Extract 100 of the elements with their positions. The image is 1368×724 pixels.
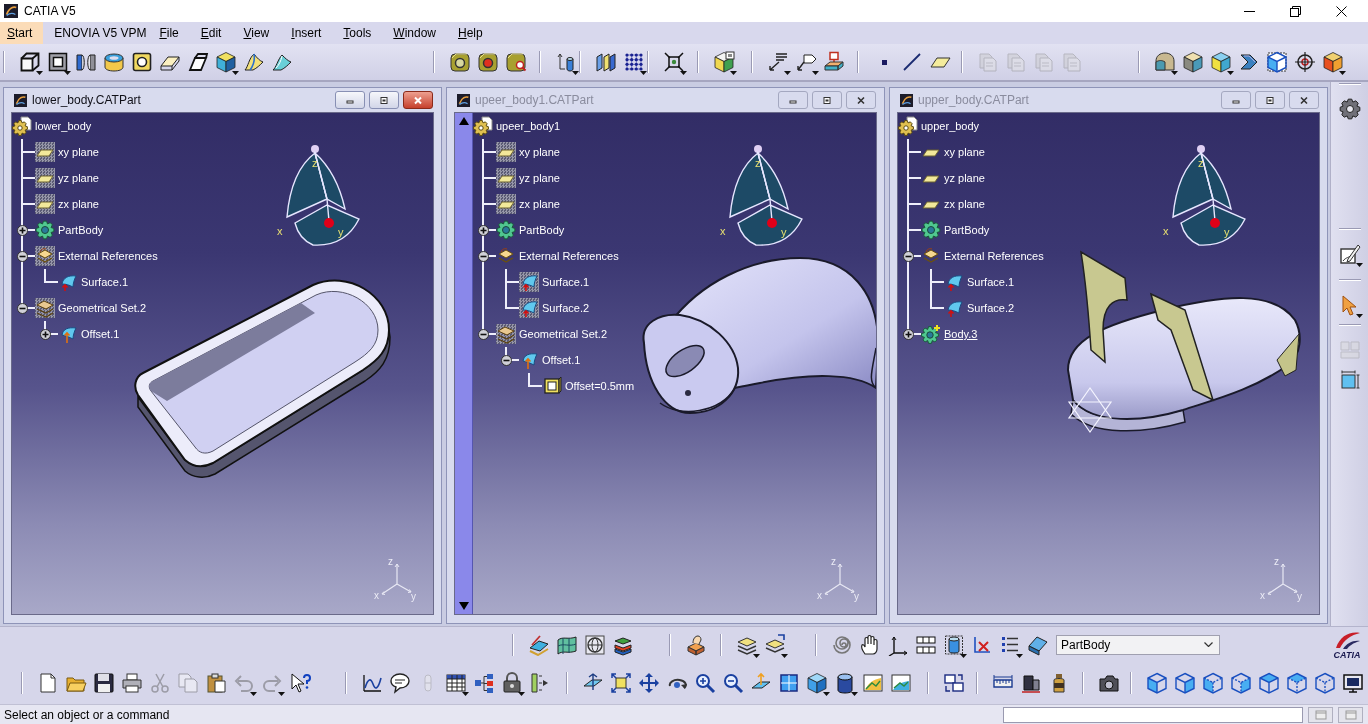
tree-item[interactable]: Surface.1 [542,276,590,288]
caret-icon[interactable] [462,691,469,696]
tree-item[interactable]: zx plane [58,198,99,210]
tree-item[interactable]: Body.3 [944,328,978,340]
document-title: upeer_body1.CATPart [475,93,594,107]
compass[interactable] [1172,145,1246,246]
tree-item[interactable]: zx plane [944,198,985,210]
caret-icon[interactable] [781,653,788,658]
3d-viewport[interactable]: lower_body xy plane yz plane zx plane PartBody External References Surface.1 Geometrical Set.2 Offset.1 z x y z x y [11,112,434,615]
tree-item[interactable]: External References [519,250,619,262]
menu-item[interactable]: View [232,22,281,44]
command-field[interactable] [1003,706,1303,723]
close-button[interactable] [403,91,433,109]
axis-label: y [1297,591,1302,602]
caret-icon[interactable] [64,71,71,75]
caret-icon[interactable] [1355,263,1363,267]
axis-label: x [277,225,283,237]
caret-icon[interactable] [823,691,830,696]
tree-item[interactable]: PartBody [944,224,990,236]
axis-label: x [1260,590,1265,601]
restore-icon [821,95,833,105]
menu-item[interactable]: Insert [280,22,333,44]
minus-icon[interactable] [477,250,489,262]
compass[interactable] [729,145,803,246]
minus-icon[interactable] [500,354,512,366]
tree-item[interactable]: External References [944,250,1044,262]
tree-item[interactable]: Offset=0.5mm [565,380,635,392]
caret-icon[interactable] [36,71,43,75]
document-title: lower_body.CATPart [32,93,141,107]
caret-icon[interactable] [812,71,819,75]
scroll-down-icon[interactable] [458,602,469,610]
axis-label: y [781,226,787,238]
minus-icon[interactable] [16,302,28,314]
minus-icon[interactable] [902,250,914,262]
axis-label: z [755,157,761,169]
caret-icon[interactable] [1227,71,1234,75]
caret-icon[interactable] [753,653,760,658]
close-icon [1335,5,1347,17]
caret-icon[interactable] [960,653,967,658]
menu-item[interactable]: Help [447,22,494,44]
tree-item[interactable]: Surface.1 [967,276,1015,288]
menu-item[interactable]: Edit [189,22,233,44]
caret-icon[interactable] [572,71,579,75]
chevron-down-icon[interactable] [1204,642,1213,647]
axis-label: x [374,590,379,601]
tree-item[interactable]: yz plane [58,172,99,184]
plus-icon[interactable] [16,224,28,236]
caret-icon[interactable] [518,691,525,696]
tree-item[interactable]: yz plane [519,172,560,184]
minus-icon[interactable] [16,250,28,262]
tree-item[interactable]: xy plane [944,146,985,158]
scroll-up-icon[interactable] [458,117,469,125]
axis-label: y [1224,226,1230,238]
tree-item[interactable]: Geometrical Set.2 [58,302,147,314]
axis-label: y [411,591,416,602]
document-window[interactable]: lower_body.CATPart lower_body xy plane yz plane zx plane PartBody External References Surface.1 Geometrical Set.2 Offset.1 z x y z x y [3,87,442,624]
restore-button[interactable] [369,91,399,109]
tree-item[interactable]: Offset.1 [81,328,120,340]
axis-label: z [1274,556,1279,567]
menu-item[interactable]: ENOVIA V5 VPM [43,22,149,44]
tree-item[interactable]: Surface.2 [967,302,1015,314]
caret-icon[interactable] [1339,71,1346,75]
caret-icon[interactable] [680,71,687,75]
app-icon [4,4,18,18]
app-icon [14,93,27,107]
tree-item[interactable]: Surface.1 [81,276,129,288]
compass[interactable] [286,145,360,246]
tree-item[interactable]: PartBody [519,224,565,236]
tree-item[interactable]: Surface.2 [542,302,590,314]
tree-item[interactable]: xy plane [519,146,560,158]
window-icon [1314,709,1327,720]
axis-triad [381,563,412,595]
caret-icon[interactable] [1171,71,1178,75]
menu-item[interactable]: Start [0,22,44,44]
tree-item[interactable]: Offset.1 [542,354,581,366]
caret-icon[interactable] [1355,314,1363,318]
axis-label: x [720,225,726,237]
tree-item[interactable]: Geometrical Set.2 [519,328,608,340]
menu-item[interactable]: Tools [332,22,383,44]
tree-item[interactable]: zx plane [519,198,560,210]
plus-icon[interactable] [39,328,51,340]
tree-item[interactable]: yz plane [944,172,985,184]
caret-icon[interactable] [1016,653,1023,658]
menu-item[interactable]: Window [382,22,447,44]
plus-icon[interactable] [902,328,914,340]
menu-item[interactable]: File [148,22,190,44]
tree-item[interactable]: External References [58,250,158,262]
axis-label: x [817,590,822,601]
caret-icon[interactable] [784,71,791,75]
caret-icon[interactable] [640,71,647,75]
caret-icon[interactable] [851,691,858,696]
tree-item[interactable]: xy plane [58,146,99,158]
minus-icon[interactable] [477,328,489,340]
caret-icon[interactable] [730,71,737,75]
plus-icon[interactable] [477,224,489,236]
tree-item[interactable]: PartBody [58,224,104,236]
axis-triad [1267,563,1298,595]
body-dropdown[interactable]: PartBody [1056,634,1220,655]
caret-icon[interactable] [232,71,239,75]
tree-item[interactable]: lower_body [35,120,92,132]
